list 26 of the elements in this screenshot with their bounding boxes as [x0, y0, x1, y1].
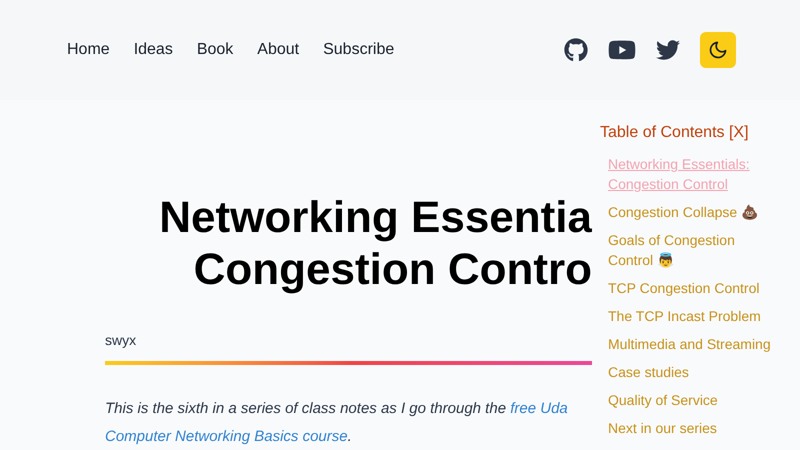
toc-link[interactable]: Congestion Collapse 💩 [608, 198, 758, 226]
nav-link[interactable]: About [257, 38, 300, 62]
intro-text: This is the sixth in a series of class notes as I go through the [105, 399, 508, 419]
article-title: Congestion Contro [194, 244, 592, 296]
toc-link[interactable]: Networking Essentials: Congestion Control [608, 150, 778, 198]
toc-link[interactable]: TCP Congestion Control [608, 274, 760, 302]
toc-link[interactable]: Case studies [608, 358, 689, 386]
intro-text: . [348, 427, 352, 447]
nav-link[interactable]: Subscribe [323, 38, 394, 62]
nav-link[interactable]: Home [67, 38, 110, 62]
author-name: swyx [105, 331, 136, 350]
course-link[interactable]: free Uda [510, 395, 568, 423]
toc-link[interactable]: Goals of Congestion Control 👼 [608, 226, 778, 274]
toc-title[interactable]: Table of Contents [X] [600, 118, 749, 148]
moon-icon [708, 40, 728, 60]
toc-link[interactable]: Multimedia and Streaming [608, 330, 771, 358]
toc-link[interactable]: The TCP Incast Problem [608, 302, 761, 330]
toc-link[interactable]: Quality of Service [608, 386, 718, 414]
nav-link[interactable]: Book [196, 38, 234, 62]
toc-link[interactable]: Next in our series [608, 414, 717, 442]
course-link[interactable]: Computer Networking Basics course [105, 423, 348, 450]
article-title: Networking Essentia [159, 192, 592, 244]
github-icon[interactable] [564, 38, 588, 62]
theme-toggle-button[interactable] [700, 32, 736, 68]
nav-link[interactable]: Ideas [134, 38, 173, 62]
twitter-icon[interactable] [656, 38, 680, 62]
